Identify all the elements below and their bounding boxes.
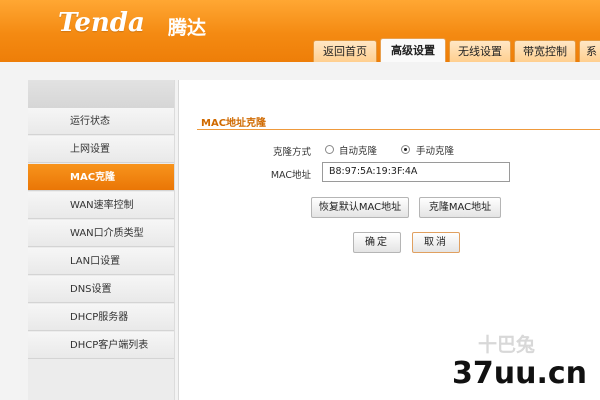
tab-advanced-settings[interactable]: 高级设置 — [380, 38, 446, 62]
mac-address-label: MAC地址 — [270, 170, 311, 181]
sidebar-item-wan-speed[interactable]: WAN速率控制 — [28, 192, 174, 219]
tenda-logo: Tenda — [58, 8, 145, 38]
manual-clone-label[interactable]: 手动克隆 — [416, 143, 454, 157]
sidebar-item-internet-settings[interactable]: 上网设置 — [28, 136, 174, 163]
watermark-site: 37uu.cn — [452, 356, 587, 391]
main-panel: MAC地址克隆 克隆方式 自动克隆 手动克隆 MAC地址 B8:97:5A:19… — [178, 80, 600, 400]
tab-home[interactable]: 返回首页 — [313, 40, 377, 62]
sidebar-item-dhcp-client-list[interactable]: DHCP客户端列表 — [28, 332, 174, 359]
cancel-button[interactable]: 取消 — [412, 232, 460, 253]
tab-system-tools[interactable]: 系 — [579, 40, 600, 62]
tab-wireless-settings[interactable]: 无线设置 — [449, 40, 511, 62]
tab-bandwidth-control[interactable]: 带宽控制 — [514, 40, 576, 62]
sidebar-item-lan-settings[interactable]: LAN口设置 — [28, 248, 174, 275]
mac-address-input[interactable]: B8:97:5A:19:3F:4A — [322, 162, 510, 182]
sidebar-item-dns-settings[interactable]: DNS设置 — [28, 276, 174, 303]
sidebar: 运行状态 上网设置 MAC克隆 WAN速率控制 WAN口介质类型 LAN口设置 … — [28, 80, 175, 400]
auto-clone-label[interactable]: 自动克隆 — [339, 143, 377, 157]
section-title: MAC地址克隆 — [201, 118, 267, 129]
auto-clone-radio[interactable] — [325, 145, 334, 154]
header-bar: Tenda 腾达 返回首页 高级设置 无线设置 带宽控制 系 — [0, 0, 600, 62]
clone-mac-button[interactable]: 克隆MAC地址 — [419, 197, 501, 218]
section-divider — [197, 129, 600, 130]
restore-default-mac-button[interactable]: 恢复默认MAC地址 — [311, 197, 409, 218]
ok-button[interactable]: 确定 — [353, 232, 401, 253]
sidebar-item-wan-media-type[interactable]: WAN口介质类型 — [28, 220, 174, 247]
tenda-logo-cn: 腾达 — [168, 17, 207, 39]
sidebar-item-dhcp-server[interactable]: DHCP服务器 — [28, 304, 174, 331]
manual-clone-radio[interactable] — [401, 145, 410, 154]
clone-mode-label: 克隆方式 — [272, 147, 311, 158]
sidebar-header — [28, 80, 174, 108]
sidebar-item-status[interactable]: 运行状态 — [28, 108, 174, 135]
watermark-faint: 十巴兔 — [478, 334, 536, 356]
top-nav-tabs: 返回首页 高级设置 无线设置 带宽控制 系 — [310, 38, 600, 62]
sidebar-item-mac-clone[interactable]: MAC克隆 — [28, 164, 174, 191]
